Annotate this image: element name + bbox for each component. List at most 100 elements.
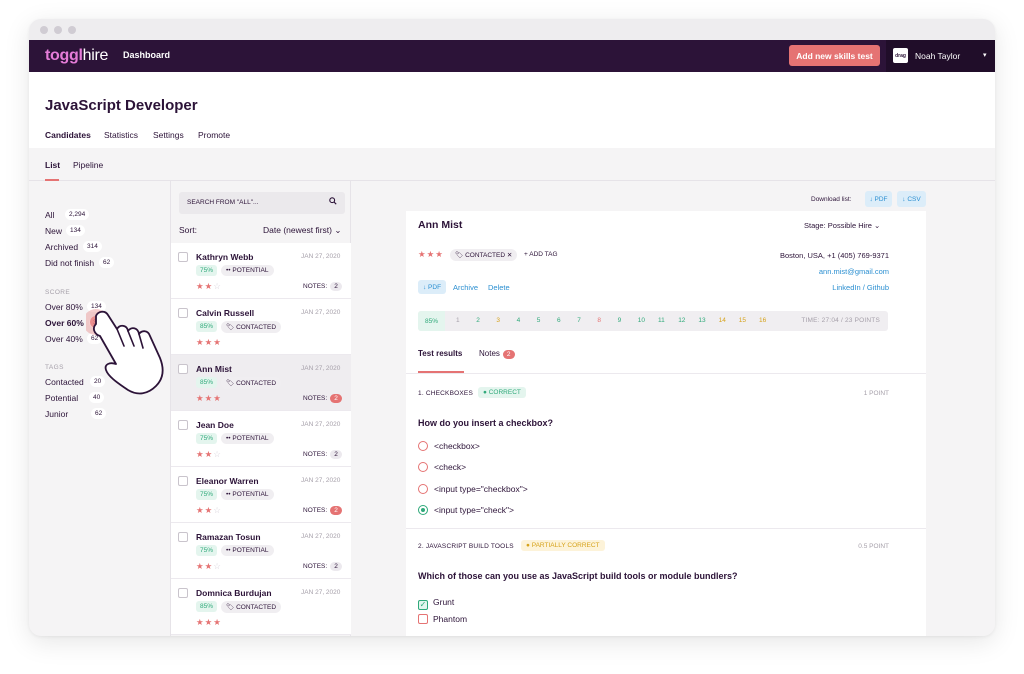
question-number[interactable]: 8 [597, 317, 601, 324]
archive-link[interactable]: Archive [453, 283, 478, 292]
question-number[interactable]: 14 [719, 317, 726, 324]
rating-stars: ★★★ [196, 393, 222, 403]
question-number[interactable]: 7 [577, 317, 581, 324]
tab-test-results[interactable]: Test results [418, 349, 462, 358]
answer-option[interactable]: <input type="check"> [418, 505, 514, 515]
candidate-date: JAN 27, 2020 [301, 421, 341, 428]
radio-icon [418, 484, 428, 494]
question-number[interactable]: 13 [698, 317, 705, 324]
user-menu[interactable]: drag Noah Taylor ▾ [886, 40, 995, 72]
question-number[interactable]: 3 [496, 317, 500, 324]
close-icon[interactable]: ✕ [507, 252, 512, 259]
tag-chip[interactable]: 🏷 CONTACTED ✕ [450, 249, 518, 261]
score-badge: 85% [196, 601, 218, 612]
list-item[interactable]: Calvin Russell JAN 27, 2020 85% 🏷 CONTACTED… [171, 299, 352, 355]
checkbox[interactable] [178, 364, 188, 374]
tag-icon: •• [226, 547, 231, 554]
filter-tag-contacted[interactable]: Contacted [45, 377, 84, 387]
tab-statistics[interactable]: Statistics [104, 130, 138, 140]
notes-count: NOTES: 2 [303, 450, 342, 459]
pdf-button[interactable]: ↓ PDF [418, 280, 447, 294]
view-tabs: List Pipeline [29, 148, 995, 181]
question-number[interactable]: 4 [517, 317, 521, 324]
tab-list[interactable]: List [45, 160, 60, 170]
answer-option[interactable]: ✓ Grunt [418, 597, 454, 610]
checkbox[interactable] [178, 588, 188, 598]
question-number[interactable]: 10 [638, 317, 645, 324]
delete-link[interactable]: Delete [488, 283, 510, 292]
score-heading: SCORE [45, 289, 71, 296]
candidate-name: Eleanor Warren [196, 476, 259, 486]
download-csv-button[interactable]: ↓ CSV [897, 191, 926, 207]
question-number[interactable]: 6 [557, 317, 561, 324]
window-titlebar [29, 19, 995, 40]
time-points: TIME: 27:04 / 23 POINTS [801, 317, 880, 324]
checkbox[interactable] [178, 308, 188, 318]
list-item[interactable]: Ann Mist JAN 27, 2020 85% 🏷 CONTACTED ★★★ NOT… [171, 355, 352, 411]
add-tag-button[interactable]: + ADD TAG [524, 251, 558, 258]
window-dot[interactable] [68, 26, 76, 34]
rating-stars[interactable]: ★★★ [418, 249, 444, 260]
tab-settings[interactable]: Settings [153, 130, 184, 140]
question-number[interactable]: 15 [739, 317, 746, 324]
filter-archived[interactable]: Archived [45, 242, 78, 252]
window-dot[interactable] [54, 26, 62, 34]
logo[interactable]: togglhire [45, 47, 108, 65]
add-skills-test-button[interactable]: Add new skills test [789, 45, 880, 66]
profile-links[interactable]: LinkedIn / Github [832, 283, 889, 292]
tag-chip: 🏷 CONTACTED [221, 601, 282, 613]
tab-notes[interactable]: Notes 2 [479, 349, 515, 359]
tab-promote[interactable]: Promote [198, 130, 230, 140]
question-number[interactable]: 9 [618, 317, 622, 324]
candidate-location: Boston, USA, +1 (405) 769-9371 [779, 251, 889, 260]
tab-pipeline[interactable]: Pipeline [73, 160, 103, 170]
search-icon[interactable] [329, 197, 337, 207]
radio-icon [418, 462, 428, 472]
candidate-email[interactable]: ann.mist@gmail.com [819, 267, 889, 276]
filter-tag-potential[interactable]: Potential [45, 393, 78, 403]
filter-count: 2,294 [65, 209, 90, 220]
tag-icon: 🏷 [226, 380, 235, 387]
checkbox[interactable] [178, 252, 188, 262]
answer-option[interactable]: Phantom [418, 614, 467, 624]
filter-count: 314 [83, 241, 102, 252]
checkbox[interactable] [178, 532, 188, 542]
hand-pointer-icon [86, 309, 164, 395]
list-item[interactable]: Eleanor Warren JAN 27, 2020 75% •• POTENTIA… [171, 467, 352, 523]
question-number[interactable]: 16 [759, 317, 766, 324]
checkbox-icon [418, 614, 428, 624]
filter-all[interactable]: All [45, 210, 54, 220]
checkbox[interactable] [178, 476, 188, 486]
notes-count: NOTES: 2 [303, 562, 342, 571]
filter-tag-junior[interactable]: Junior [45, 409, 68, 419]
stage-dropdown[interactable]: Stage: Possible Hire ⌄ [804, 221, 880, 230]
question-number[interactable]: 1 [456, 317, 460, 324]
sort-dropdown[interactable]: Date (newest first) ⌄ [263, 225, 341, 236]
nav-dashboard[interactable]: Dashboard [123, 50, 170, 60]
tab-candidates[interactable]: Candidates [45, 130, 91, 140]
tag-icon: •• [226, 267, 231, 274]
answer-option[interactable]: <check> [418, 462, 466, 472]
filter-new[interactable]: New [45, 226, 62, 236]
question-number[interactable]: 11 [658, 317, 665, 324]
score-badge: 75% [196, 545, 218, 556]
list-item[interactable]: Domnica Burdujan JAN 27, 2020 85% 🏷 CONTACT… [171, 579, 352, 635]
checkbox-checked-icon: ✓ [418, 600, 428, 610]
list-item[interactable]: Jean Doe JAN 27, 2020 75% •• POTENTIAL ★★☆ NO… [171, 411, 352, 467]
checkbox[interactable] [178, 420, 188, 430]
filter-did-not-finish[interactable]: Did not finish [45, 258, 94, 268]
question-number[interactable]: 5 [537, 317, 541, 324]
filter-over-40[interactable]: Over 40% [45, 334, 83, 344]
search-input[interactable]: SEARCH FROM "ALL"... [179, 192, 345, 214]
filter-over-60[interactable]: Over 60% [45, 318, 84, 328]
chevron-down-icon: ▾ [983, 52, 987, 59]
download-pdf-button[interactable]: ↓ PDF [865, 191, 892, 207]
list-item[interactable]: Ramazan Tosun JAN 27, 2020 75% •• POTENTIAL… [171, 523, 352, 579]
filter-over-80[interactable]: Over 80% [45, 302, 83, 312]
question-number[interactable]: 2 [476, 317, 480, 324]
answer-option[interactable]: <checkbox> [418, 441, 480, 451]
question-number[interactable]: 12 [678, 317, 685, 324]
answer-option[interactable]: <input type="checkbox"> [418, 484, 528, 494]
list-item[interactable]: Kathryn Webb JAN 27, 2020 75% •• POTENTIAL ★… [171, 243, 352, 299]
window-dot[interactable] [40, 26, 48, 34]
